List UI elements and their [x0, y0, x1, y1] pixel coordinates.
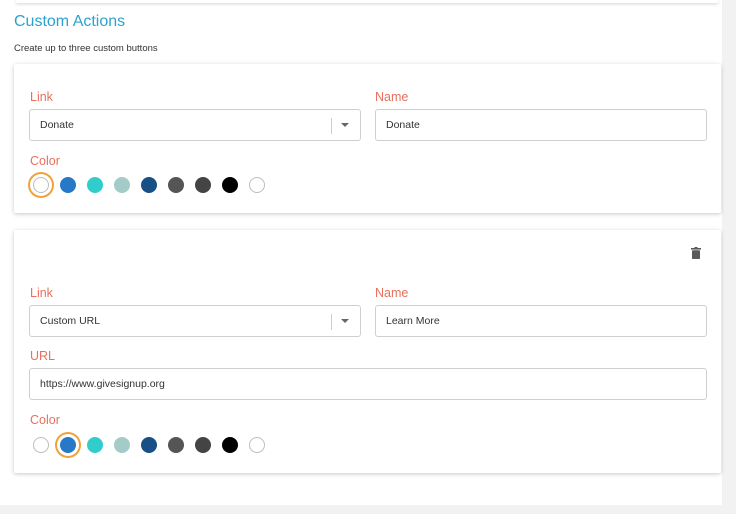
link-select[interactable]: Custom URL: [29, 305, 361, 337]
color-swatch-1[interactable]: [33, 177, 49, 193]
url-label: URL: [30, 349, 56, 363]
color-swatch-7[interactable]: [195, 437, 211, 453]
color-swatch-6[interactable]: [168, 177, 184, 193]
previous-card-edge: [16, 0, 718, 3]
color-swatch-5[interactable]: [141, 437, 157, 453]
link-select-value: Custom URL: [40, 315, 101, 327]
name-label: Name: [375, 90, 409, 104]
chevron-down-icon[interactable]: [338, 110, 352, 140]
color-swatch-9[interactable]: [249, 177, 265, 193]
link-select[interactable]: Donate: [29, 109, 361, 141]
chevron-down-icon[interactable]: [338, 306, 352, 336]
section-title: Custom Actions: [14, 13, 126, 30]
color-swatch-4[interactable]: [114, 437, 130, 453]
color-swatch-row: [33, 437, 276, 453]
trash-icon[interactable]: [691, 247, 701, 259]
name-input-value: Learn More: [386, 315, 440, 327]
name-input[interactable]: Learn More: [375, 305, 707, 337]
color-swatch-4[interactable]: [114, 177, 130, 193]
custom-action-card-2: Link Custom URL Name Learn More URL http…: [14, 230, 721, 473]
name-input[interactable]: Donate: [375, 109, 707, 141]
color-swatch-3[interactable]: [87, 437, 103, 453]
link-label: Link: [30, 90, 53, 104]
name-input-value: Donate: [386, 119, 420, 131]
select-separator: [331, 118, 332, 134]
color-swatch-6[interactable]: [168, 437, 184, 453]
section-subtitle: Create up to three custom buttons: [14, 43, 158, 54]
color-label: Color: [30, 154, 60, 168]
color-swatch-1[interactable]: [33, 437, 49, 453]
color-swatch-5[interactable]: [141, 177, 157, 193]
link-label: Link: [30, 286, 53, 300]
color-swatch-8[interactable]: [222, 177, 238, 193]
color-label: Color: [30, 413, 60, 427]
color-swatch-3[interactable]: [87, 177, 103, 193]
select-separator: [331, 314, 332, 330]
page: Custom Actions Create up to three custom…: [0, 0, 722, 505]
name-label: Name: [375, 286, 409, 300]
url-input[interactable]: https://www.givesignup.org: [29, 368, 707, 400]
link-select-value: Donate: [40, 119, 74, 131]
color-swatch-row: [33, 177, 276, 193]
color-swatch-7[interactable]: [195, 177, 211, 193]
custom-action-card-1: Link Donate Name Donate Color: [14, 64, 721, 213]
color-swatch-2[interactable]: [60, 437, 76, 453]
url-input-value: https://www.givesignup.org: [40, 378, 165, 390]
color-swatch-2[interactable]: [60, 177, 76, 193]
color-swatch-9[interactable]: [249, 437, 265, 453]
color-swatch-8[interactable]: [222, 437, 238, 453]
